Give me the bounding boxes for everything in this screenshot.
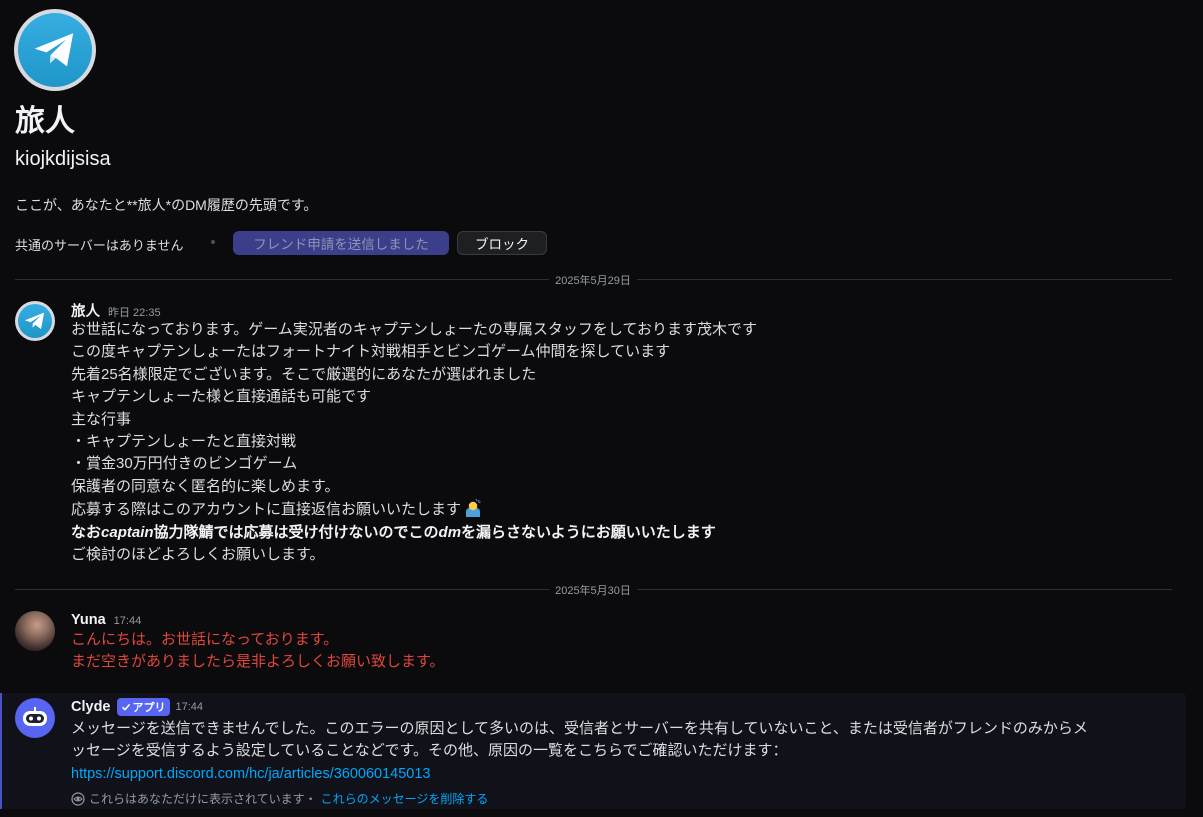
message-line: 先着25名様限定でございます。そこで厳選的にあなたが選ばれました [71,365,537,383]
bold-text: なお [71,523,102,541]
message-header: Clyde アプリ 17:44 [71,698,203,716]
bold-italic-text: captain [101,523,154,541]
message-header: 旅人 昨日 22:35 [71,300,161,321]
message-line: キャプテンしょーた様と直接通話も可能です [71,388,372,406]
app-badge-label: アプリ [132,702,166,714]
message-line: ・賞金30万円付きのビンゴゲーム [71,455,298,473]
message-timestamp: 17:44 [113,615,142,627]
telegram-logo-icon [18,13,92,87]
app-badge: アプリ [116,698,170,716]
profile-avatar[interactable] [14,9,96,91]
message-content: こんにちは。お世話になっております。 まだ空きがありましたら是非よろしくお願い致… [71,629,445,674]
message-line: ご検討のほどよろしくお願いします。 [71,546,325,564]
message-line: こんにちは。お世話になっております。 [71,631,339,648]
message-line: メッセージを送信できませんでした。このエラーの原因として多いのは、受信者とサーバ… [71,720,1088,737]
eye-icon [71,791,85,806]
support-link[interactable]: https://support.discord.com/hc/ja/articl… [71,766,431,782]
block-button[interactable]: ブロック [457,231,547,255]
bold-italic-text: dm [438,523,462,541]
message-line-with-emoji: 応募する際はこのアカウントに直接返信お願いいたします [71,498,757,521]
bold-text: を漏らさないようにお願いいたします [461,523,716,541]
clyde-robot-icon [23,707,47,726]
mutual-servers-text: 共通のサーバーはありません [15,238,184,253]
message-timestamp: 17:44 [175,701,204,713]
message-content: メッセージを送信できませんでした。このエラーの原因として多いのは、受信者とサーバ… [71,718,1088,785]
separator-dot [211,240,215,244]
check-icon [121,703,130,711]
message-line: 主な行事 [71,410,132,428]
message-line: 保護者の同意なく匿名的に楽しめます。 [71,477,340,495]
telegram-logo-icon [18,304,52,338]
bold-text: 協力隊鯖では応募は受け付けないのでこの [153,523,439,541]
message-author[interactable]: Clyde [71,699,111,715]
date-divider-label: 2025年5月29日 [549,272,637,288]
message-timestamp: 昨日 22:35 [108,307,161,319]
message-author[interactable]: Yuna [71,612,106,628]
message-line: 応募する際はこのアカウントに直接返信お願いいたします [71,501,462,519]
message-line: ・キャプテンしょーたと直接対戦 [71,433,297,451]
profile-username: kiojkdijsisa [15,148,111,170]
message-content: お世話になっております。ゲーム実況者のキャプテンしょーたの専属スタッフをしており… [71,319,757,566]
message-line: まだ空きがありましたら是非よろしくお願い致します。 [71,653,445,671]
message-author[interactable]: 旅人 [71,300,100,321]
author-avatar[interactable] [15,611,55,651]
ephemeral-note: これらはあなただけに表示されています・ これらのメッセージを削除する [71,790,488,807]
date-divider-label: 2025年5月30日 [549,582,637,598]
profile-display-name: 旅人 [15,105,75,138]
delete-messages-link[interactable]: これらのメッセージを削除する [321,790,489,807]
friend-request-sent-button[interactable]: フレンド申請を送信しました [233,231,449,255]
message-bold-line: なおcaptain協力隊鯖では応募は受け付けないのでこのdmを漏らさないようにお… [71,522,757,544]
ephemeral-note-text: これらはあなただけに表示されています・ [89,792,317,806]
message-header: Yuna 17:44 [71,612,141,628]
message-line: この度キャプテンしょーたはフォートナイト対戦相手とビンゴゲーム仲間を探しています [71,343,671,361]
dm-intro-text: ここが、あなたと**旅人*のDM履歴の先頭です。 [15,197,318,213]
message-line: ッセージを受信するよう設定していることなどです。その他、原因の一覧をこちらでご確… [71,742,788,760]
message-line: お世話になっております。ゲーム実況者のキャプテンしょーたの専属スタッフをしており… [71,321,757,338]
author-avatar[interactable] [15,301,55,341]
person-bowing-emoji-icon [463,498,483,518]
clyde-avatar[interactable] [15,698,55,738]
